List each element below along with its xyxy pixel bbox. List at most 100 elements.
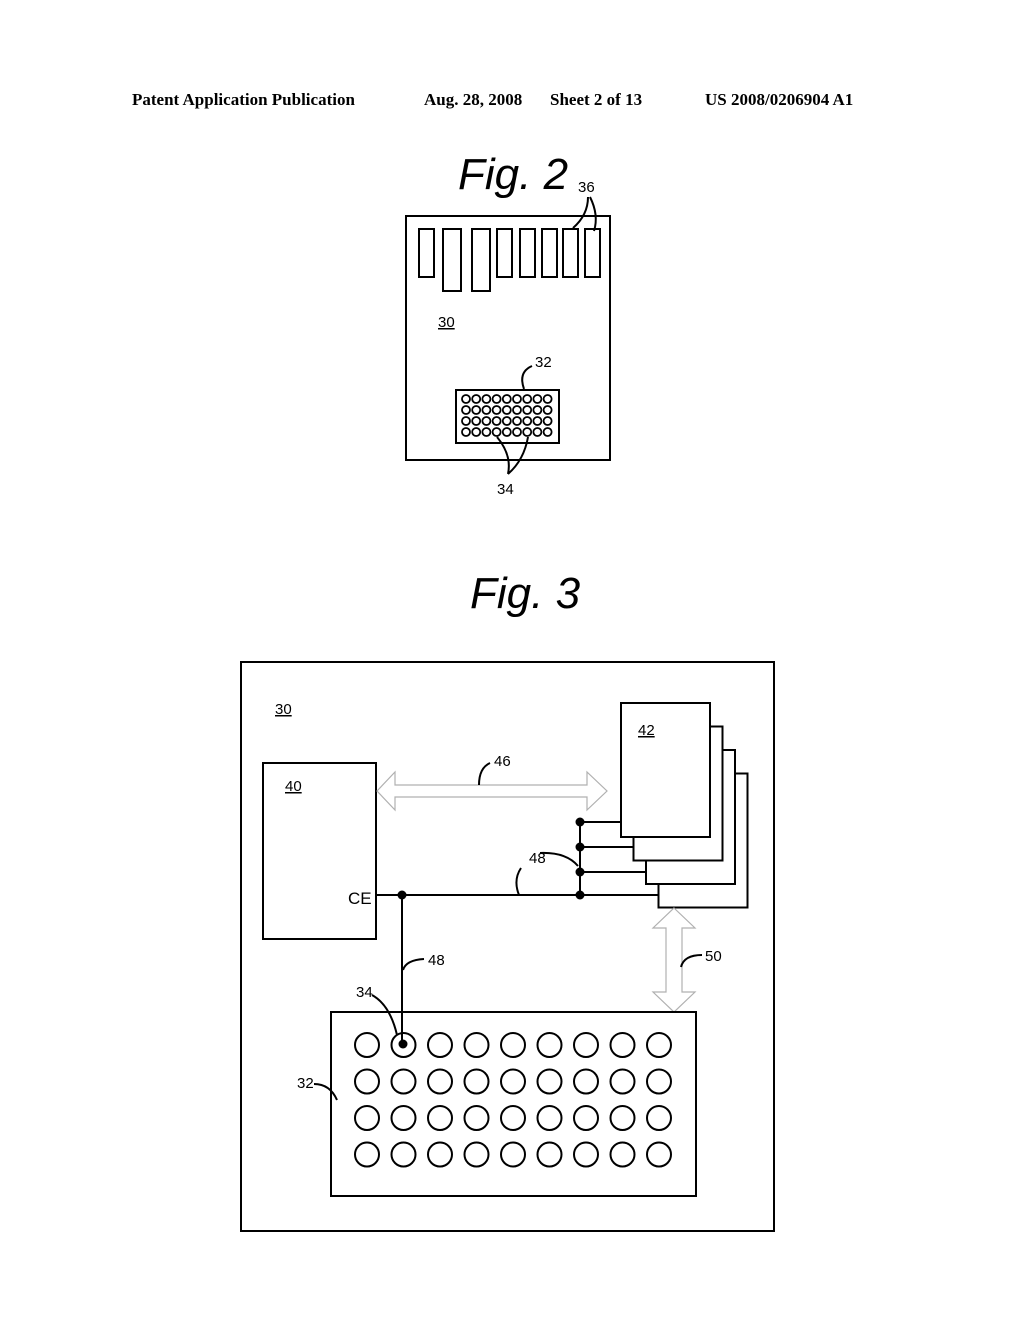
pad-34 (536, 1105, 563, 1131)
pad-34 (461, 416, 471, 426)
contact-pad-36 (519, 228, 536, 278)
bus-46-arrow (376, 770, 608, 812)
junction-dot (575, 842, 585, 852)
fig2: Fig. 2 36 30 32 34 (405, 150, 611, 498)
pad-34 (463, 1141, 490, 1168)
pad-34 (354, 1105, 380, 1131)
pad-34 (390, 1068, 417, 1095)
pad-34 (461, 405, 471, 415)
contact-pad-36 (496, 228, 513, 278)
junction-dot (575, 817, 585, 827)
pad-34 (427, 1068, 453, 1095)
pad-34 (609, 1068, 636, 1095)
pad-34 (500, 1105, 526, 1131)
pad-34 (536, 1068, 563, 1095)
patent-figures: Fig. 2 36 30 32 34 Fig. 3 30 40 CE 42 46 (240, 150, 775, 1232)
leader-32 (313, 1083, 338, 1101)
pad-34 (501, 416, 512, 426)
pad-34 (354, 1032, 380, 1058)
pad-34 (573, 1032, 599, 1058)
pad-34 (481, 416, 492, 426)
junction-dots (397, 817, 585, 900)
pad-34 (471, 416, 482, 426)
pad-34 (427, 1105, 453, 1131)
fig3-label-48-bottom: 48 (428, 952, 445, 969)
fig2-contacts (418, 228, 601, 292)
fig3-label-46: 46 (494, 753, 511, 770)
pad-34 (646, 1068, 672, 1095)
leader-48-bottom (402, 958, 425, 971)
pad-34 (500, 1141, 526, 1168)
pad-34 (491, 416, 502, 426)
pad-34 (522, 394, 533, 404)
fig2-leader-32 (521, 365, 533, 390)
pad-34 (532, 416, 543, 426)
pad-34 (646, 1032, 672, 1058)
pad-34 (512, 405, 522, 415)
pad-34 (461, 427, 471, 437)
leader-50 (680, 954, 703, 968)
fig2-label-36: 36 (578, 179, 595, 196)
pad-34 (609, 1141, 636, 1168)
pad-34 (542, 416, 553, 426)
fig3-label-30: 30 (275, 701, 292, 718)
pad-34 (481, 394, 492, 404)
pad-34 (481, 427, 492, 437)
fig3-title: Fig. 3 (470, 569, 581, 618)
pad-34 (542, 405, 553, 415)
pad-34 (427, 1141, 453, 1168)
fig2-card-outline (405, 215, 611, 461)
pad-34 (491, 405, 502, 415)
pad-34 (471, 394, 482, 404)
pad-34 (512, 427, 522, 437)
contact-pad-36 (442, 228, 462, 292)
pad-34 (461, 394, 471, 404)
pad-34 (573, 1068, 599, 1095)
pad-34 (532, 427, 543, 437)
pad-34 (354, 1068, 380, 1095)
contact-pad-36 (584, 228, 601, 278)
pad-34 (573, 1105, 599, 1131)
pad-34 (532, 394, 543, 404)
leader-46 (478, 762, 491, 786)
fig3-label-50: 50 (705, 948, 722, 965)
pad-34 (481, 405, 492, 415)
memory-chip-42 (620, 702, 711, 838)
pad-34 (463, 1068, 490, 1095)
pad-34 (500, 1068, 526, 1095)
pad-34 (536, 1141, 563, 1168)
fig3-label-40: 40 (285, 778, 302, 795)
pad-34 (354, 1141, 380, 1168)
pad-connection-dot (398, 1039, 408, 1049)
contact-pad-36 (541, 228, 558, 278)
junction-dot (575, 890, 585, 900)
pad-34 (463, 1105, 490, 1131)
pad-34 (463, 1032, 490, 1058)
bus-50-arrow (651, 907, 697, 1013)
pad-34 (522, 416, 533, 426)
pad-34 (646, 1105, 672, 1131)
fig3-pads (354, 1032, 672, 1168)
fig3-label-42: 42 (638, 722, 655, 739)
contact-pad-36 (562, 228, 579, 278)
fig2-title: Fig. 2 (458, 150, 568, 199)
fig2-label-30: 30 (438, 314, 455, 331)
pad-34 (390, 1141, 417, 1168)
pad-34 (522, 427, 533, 437)
fig3-label-32: 32 (297, 1075, 314, 1092)
pad-34 (491, 394, 502, 404)
fig2-label-34: 34 (497, 481, 514, 498)
pad-34 (501, 427, 512, 437)
pad-34 (427, 1032, 453, 1058)
pad-34 (536, 1032, 563, 1058)
pad-34 (532, 405, 543, 415)
leader-34 (371, 994, 398, 1036)
pad-34 (542, 394, 553, 404)
pad-34 (471, 427, 482, 437)
fig2-leader-36 (572, 196, 597, 232)
fig3-label-34: 34 (356, 984, 373, 1001)
pad-array-32 (330, 1011, 697, 1197)
pad-34 (512, 394, 522, 404)
pad-34 (512, 416, 522, 426)
pad-34 (609, 1105, 636, 1131)
